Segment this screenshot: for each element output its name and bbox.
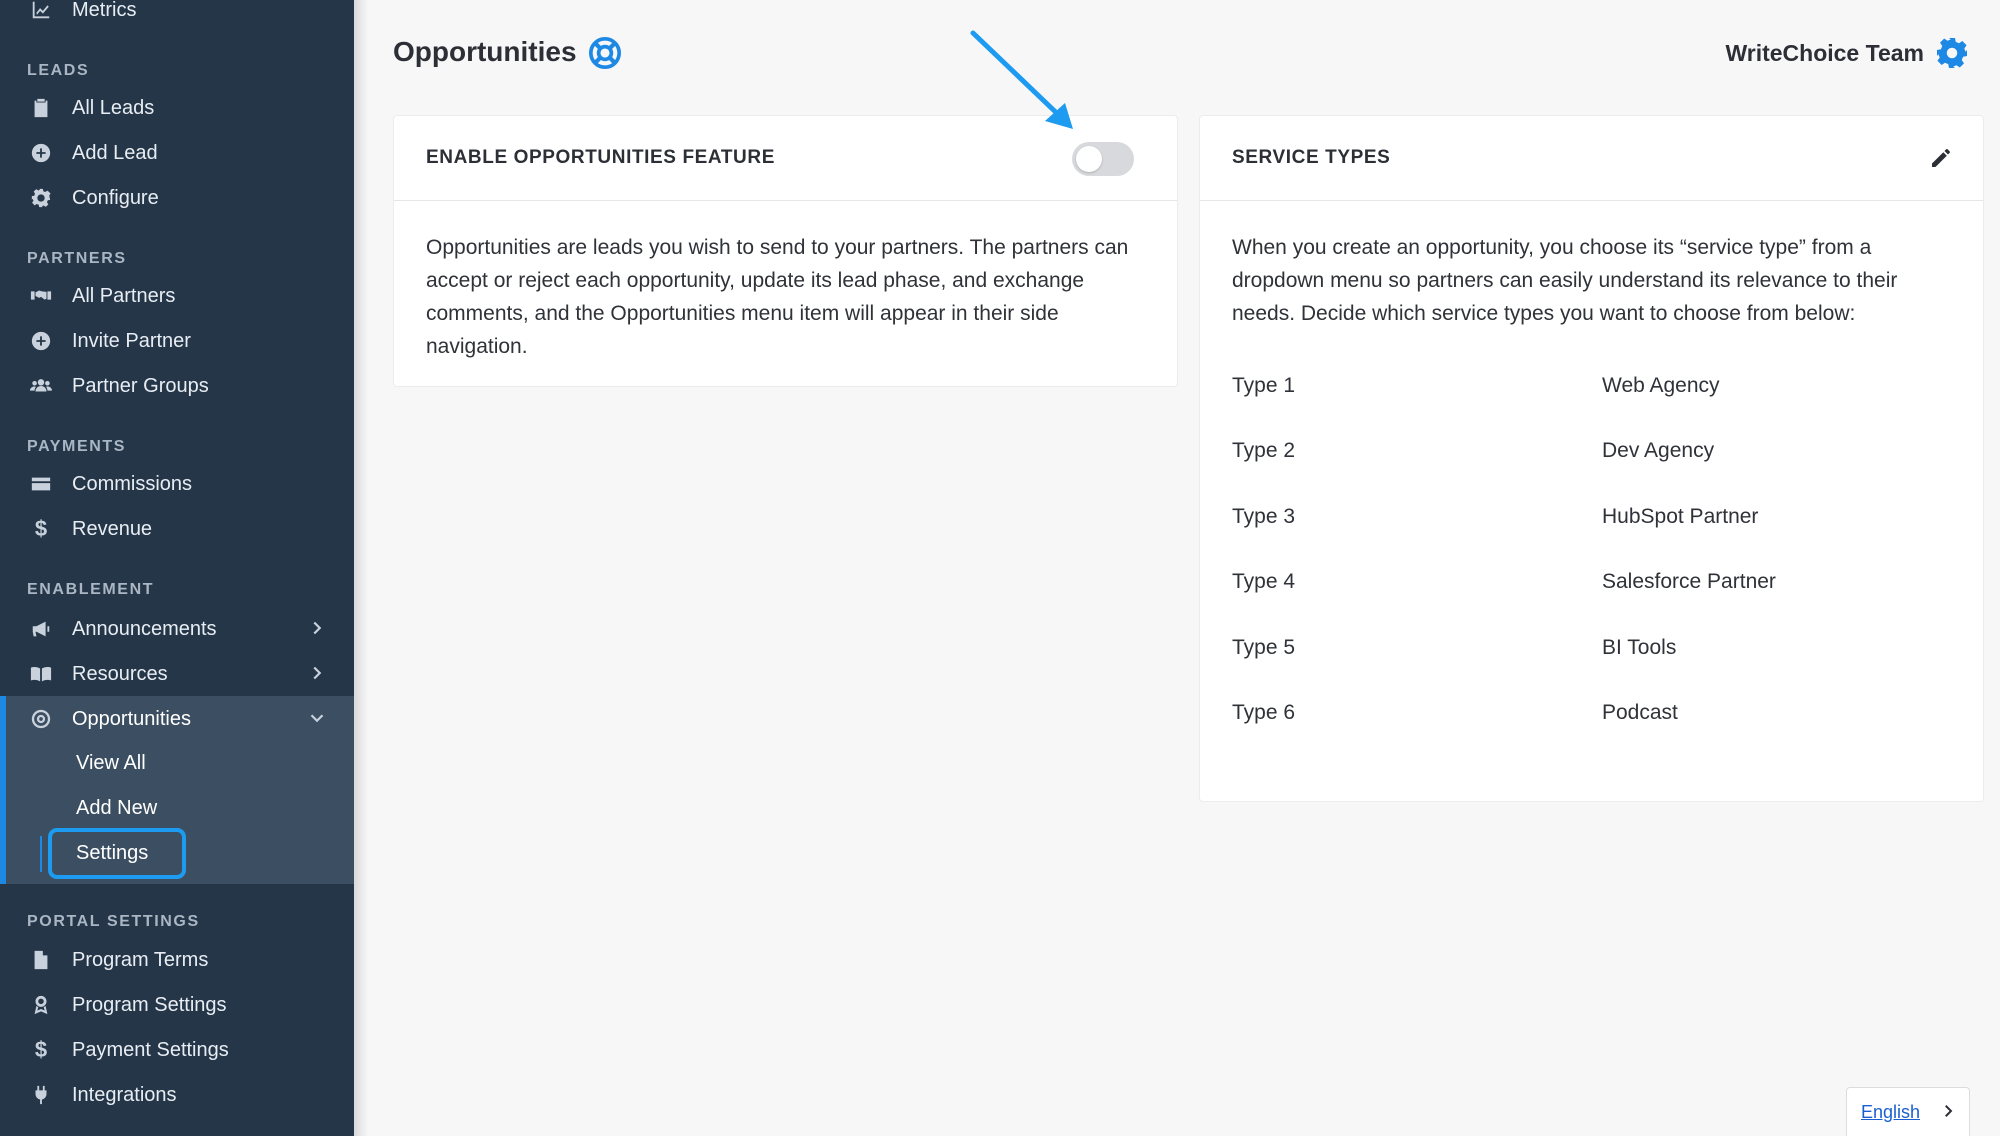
submenu-settings[interactable]: Settings: [76, 842, 148, 865]
chevron-right-icon: [306, 662, 328, 684]
sidebar-item-invite-partner[interactable]: Invite Partner: [0, 319, 354, 363]
language-link[interactable]: English: [1861, 1102, 1920, 1123]
sidebar-item-opportunities[interactable]: Opportunities: [0, 697, 354, 741]
submenu-view-all[interactable]: View All: [76, 752, 146, 775]
sidebar-item-commissions[interactable]: Commissions: [0, 462, 354, 506]
gear-icon[interactable]: [1934, 35, 1970, 71]
enable-feature-card: ENABLE OPPORTUNITIES FEATURE Opportuniti…: [393, 115, 1178, 387]
gear-icon: [28, 185, 54, 211]
type-value: Podcast: [1602, 701, 1678, 724]
type-label: Type 3: [1232, 505, 1296, 528]
award-icon: [28, 992, 54, 1018]
book-icon: [28, 661, 54, 687]
type-value: Salesforce Partner: [1602, 570, 1776, 593]
plus-circle-icon: [28, 328, 54, 354]
plug-icon: [28, 1082, 54, 1108]
section-label-partners: PARTNERS: [27, 250, 127, 267]
language-selector[interactable]: English: [1846, 1087, 1970, 1136]
sidebar-item-partner-groups[interactable]: Partner Groups: [0, 364, 354, 408]
chevron-right-icon: [306, 617, 328, 639]
type-label: Type 5: [1232, 636, 1296, 659]
type-label: Type 2: [1232, 439, 1296, 462]
card-header: SERVICE TYPES: [1200, 116, 1983, 201]
feature-description: Opportunities are leads you wish to send…: [426, 236, 1129, 358]
sidebar-item-resources[interactable]: Resources: [0, 652, 354, 696]
dollar-icon: $: [34, 1037, 48, 1062]
chevron-down-icon: [306, 707, 328, 729]
lifebuoy-icon[interactable]: [588, 36, 622, 70]
sidebar-item-add-lead[interactable]: Add Lead: [0, 131, 354, 175]
credit-card-icon: [28, 471, 54, 497]
service-types-card: SERVICE TYPES When you create an opportu…: [1199, 115, 1984, 802]
file-icon: [28, 947, 54, 973]
section-label-portal-settings: PORTAL SETTINGS: [27, 913, 200, 930]
sidebar-item-announcements[interactable]: Announcements: [0, 607, 354, 651]
team-name[interactable]: WriteChoice Team: [1725, 40, 1924, 67]
arrow-annotation-icon: [970, 30, 1073, 129]
dollar-icon: $: [34, 516, 48, 541]
service-description: When you create an opportunity, you choo…: [1232, 236, 1898, 325]
type-label: Type 1: [1232, 374, 1296, 397]
type-label: Type 6: [1232, 701, 1296, 724]
type-label: Type 4: [1232, 570, 1296, 593]
sidebar: Metrics LEADS All Leads Add Lead Configu…: [0, 0, 354, 1136]
target-icon: [28, 706, 54, 732]
pencil-icon[interactable]: [1929, 146, 1953, 170]
sidebar-item-all-partners[interactable]: All Partners: [0, 274, 354, 318]
section-label-payments: PAYMENTS: [27, 438, 127, 455]
sidebar-item-all-leads[interactable]: All Leads: [0, 86, 354, 130]
type-value: BI Tools: [1602, 636, 1677, 659]
section-label-leads: LEADS: [27, 62, 90, 79]
submenu-active-line: [40, 836, 42, 872]
plus-circle-icon: [28, 140, 54, 166]
toggle-knob: [1076, 146, 1102, 172]
users-icon: [28, 373, 54, 399]
chevron-right-icon: [1945, 1105, 1953, 1117]
enable-opportunities-toggle[interactable]: [1072, 142, 1134, 176]
sidebar-item-configure[interactable]: Configure: [0, 176, 354, 220]
handshake-icon: [28, 283, 54, 309]
type-value: HubSpot Partner: [1602, 505, 1759, 528]
sidebar-item-metrics[interactable]: Metrics: [0, 0, 354, 32]
section-label-enablement: ENABLEMENT: [27, 581, 155, 598]
sidebar-item-payment-settings[interactable]: $ Payment Settings: [0, 1028, 354, 1072]
clipboard-icon: [28, 95, 54, 121]
page-title: Opportunities: [393, 36, 577, 67]
sidebar-item-revenue[interactable]: $ Revenue: [0, 507, 354, 551]
megaphone-icon: [28, 616, 54, 642]
sidebar-item-program-settings[interactable]: Program Settings: [0, 983, 354, 1027]
sidebar-item-integrations[interactable]: Integrations: [0, 1073, 354, 1117]
type-value: Web Agency: [1602, 374, 1720, 397]
sidebar-item-program-terms[interactable]: Program Terms: [0, 938, 354, 982]
type-value: Dev Agency: [1602, 439, 1715, 462]
submenu-add-new[interactable]: Add New: [76, 797, 157, 820]
chart-icon: [28, 0, 54, 23]
sidebar-shadow: [354, 0, 368, 1136]
